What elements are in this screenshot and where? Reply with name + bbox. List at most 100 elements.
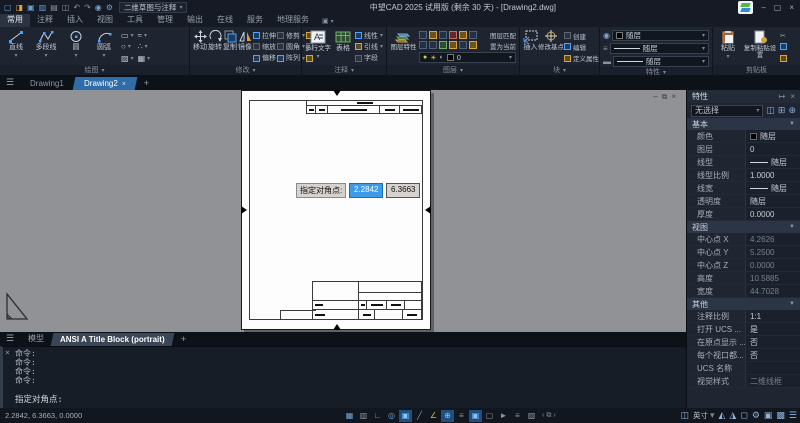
isolate-objects-toggle[interactable]: ▨ xyxy=(525,410,538,422)
close-icon[interactable]: × xyxy=(5,348,10,357)
new-file-icon[interactable]: ▢ xyxy=(4,3,12,12)
undo-icon[interactable]: ↶ xyxy=(73,3,80,12)
tab-view[interactable]: 视图 xyxy=(90,13,120,27)
select-objects-icon[interactable]: ⊞ xyxy=(778,105,786,116)
panel-label-block[interactable]: 块▾ xyxy=(520,65,599,75)
rotate-button[interactable]: 旋转 xyxy=(208,29,222,65)
insert-block-button[interactable]: 插入 xyxy=(523,29,538,65)
customize-menu-icon[interactable]: ☰ xyxy=(789,410,797,421)
tab-home[interactable]: 常用 xyxy=(0,13,30,27)
tab-online[interactable]: 在线 xyxy=(210,13,240,27)
hatch-tool[interactable]: ▨▾ xyxy=(121,53,134,64)
clean-screen-icon[interactable]: ◻ xyxy=(740,410,747,421)
fullscreen-icon[interactable]: ▩ xyxy=(776,410,785,421)
polar-tracking-toggle[interactable]: ◎ xyxy=(385,410,398,422)
help-icon[interactable]: ◉ xyxy=(95,3,102,12)
section-view[interactable]: 视图▼ xyxy=(687,221,800,233)
command-line-panel[interactable]: × 命令: 命令: 命令: 命令: 指定对角点: xyxy=(0,346,686,408)
match-properties-button[interactable] xyxy=(780,53,787,64)
tab-manage[interactable]: 管理 xyxy=(150,13,180,27)
copy-paste-settings-button[interactable]: 复制粘贴设置 xyxy=(742,29,778,65)
circle-button[interactable]: 圆▾ xyxy=(63,29,89,65)
array-button[interactable]: 阵列▾ xyxy=(277,53,305,64)
snap-mode-toggle[interactable]: ▥ xyxy=(357,410,370,422)
new-doc-tab-button[interactable]: + xyxy=(136,78,157,90)
copy-button[interactable]: 复制 xyxy=(223,29,237,65)
arc-button[interactable]: 圆弧▾ xyxy=(91,29,117,65)
open-folder-icon[interactable]: ◨ xyxy=(16,3,24,12)
annotation-visibility-icon[interactable]: ◭ xyxy=(718,410,725,421)
tab-geo[interactable]: 地理服务 xyxy=(270,13,316,27)
paste-button[interactable]: 粘贴▾ xyxy=(716,29,740,65)
mtext-button[interactable]: A 多行文字▾ xyxy=(305,29,331,65)
lineweight-display-toggle[interactable]: ≡ xyxy=(455,410,468,422)
layer-properties-button[interactable]: 图层特性 xyxy=(390,29,417,65)
object-snap-toggle[interactable]: ▣ xyxy=(399,410,412,422)
unit-dropdown[interactable]: 英寸▾ xyxy=(693,410,715,421)
point-tool[interactable]: ∴▾ xyxy=(138,41,151,52)
layer-match-button[interactable]: 图层匹配 xyxy=(490,30,516,40)
dynamic-input-toggle[interactable]: ⊕ xyxy=(441,410,454,422)
block-edit-button[interactable]: 编辑 xyxy=(564,41,599,52)
ellipse-tool[interactable]: ○▾ xyxy=(121,41,134,52)
edit-base-button[interactable]: 修改基点 xyxy=(540,29,562,65)
ribbon-collapse-button[interactable]: ▣▾ xyxy=(322,17,334,27)
fillet-button[interactable]: 圆角▾ xyxy=(277,41,305,52)
section-misc[interactable]: 其他▼ xyxy=(687,298,800,310)
save-as-icon[interactable]: ▥ xyxy=(39,3,47,12)
annotation-monitor-toggle[interactable]: ▢ xyxy=(483,410,496,422)
layer-dropdown[interactable]: ● ☀ ◐ 0 ▾ xyxy=(419,52,516,63)
command-prompt[interactable]: 指定对角点: xyxy=(15,393,63,405)
maximize-button[interactable]: ▢ xyxy=(774,3,782,12)
gear-icon[interactable]: ⚙ xyxy=(106,3,113,12)
panel-label-draw[interactable]: 绘图▾ xyxy=(0,65,189,75)
doc-tab-drawing1[interactable]: Drawing1 xyxy=(19,77,76,90)
block-create-button[interactable]: 创建 xyxy=(564,30,599,41)
new-layout-button[interactable]: + xyxy=(173,334,194,346)
stretch-button[interactable]: 拉伸 xyxy=(253,30,276,41)
toggle-pickadd-icon[interactable]: ◫ xyxy=(766,105,775,116)
preview-icon[interactable]: ◫ xyxy=(62,3,70,12)
layout-tabs-menu-icon[interactable]: ☰ xyxy=(0,333,20,346)
close-icon[interactable]: × xyxy=(790,92,795,101)
close-tab-icon[interactable]: × xyxy=(122,81,126,88)
quick-properties-toggle[interactable]: ≡ xyxy=(511,410,524,422)
layout-nav-controls[interactable]: ‹⧉› xyxy=(542,410,556,422)
dynamic-input-y[interactable]: 6.3663 xyxy=(386,183,420,198)
linetype-dropdown[interactable]: 随层▾ xyxy=(610,43,709,54)
selection-cycling-toggle[interactable]: ► xyxy=(497,410,510,422)
layout-tab-model[interactable]: 模型 xyxy=(18,331,53,346)
section-general[interactable]: 基本▼ xyxy=(687,118,800,130)
minimize-button[interactable]: – xyxy=(761,3,765,12)
doc-tab-drawing2[interactable]: Drawing2× xyxy=(72,77,137,90)
mirror-button[interactable]: 镜像 xyxy=(238,29,252,65)
color-dropdown[interactable]: 随层▾ xyxy=(612,30,709,41)
linear-dim-button[interactable]: 线性▾ xyxy=(355,30,383,41)
region-tool[interactable]: ▦▾ xyxy=(138,53,151,64)
define-attr-button[interactable]: 定义属性 xyxy=(564,53,599,64)
tab-services[interactable]: 服务 xyxy=(240,13,270,27)
redo-icon[interactable]: ↷ xyxy=(84,3,91,12)
save-icon[interactable]: ▣ xyxy=(27,3,35,12)
lineweight-dropdown[interactable]: 随层▾ xyxy=(613,56,709,67)
tab-tools[interactable]: 工具 xyxy=(120,13,150,27)
grid-display-toggle[interactable]: ▦ xyxy=(343,410,356,422)
move-button[interactable]: 移动 xyxy=(193,29,207,65)
rectangle-tool[interactable]: ▭▾ xyxy=(121,30,134,41)
tab-insert[interactable]: 插入 xyxy=(60,13,90,27)
display-mode-icon[interactable]: ▣ xyxy=(764,410,773,421)
panel-label-layer[interactable]: 图层▾ xyxy=(387,65,519,75)
doc-window-controls[interactable]: –⧉× xyxy=(653,92,680,102)
layer-tools-row1[interactable] xyxy=(419,31,488,40)
print-icon[interactable]: ▤ xyxy=(50,3,58,12)
spline-tool[interactable]: ≈▾ xyxy=(138,30,151,41)
quick-select-icon[interactable]: ⊕ xyxy=(788,105,796,116)
paper-model-toggle-icon[interactable]: ◫ xyxy=(680,410,689,421)
layer-set-current-button[interactable]: 置为当前 xyxy=(490,41,516,51)
offset-button[interactable]: 偏移 xyxy=(253,53,276,64)
tab-output[interactable]: 输出 xyxy=(180,13,210,27)
panel-label-annotate[interactable]: 注释▾ xyxy=(302,65,386,75)
workspace-dropdown[interactable]: 二维草图与注释 ▾ xyxy=(119,2,188,13)
layer-tools-row2[interactable] xyxy=(419,41,488,50)
field-button[interactable]: 字段 xyxy=(355,53,383,64)
